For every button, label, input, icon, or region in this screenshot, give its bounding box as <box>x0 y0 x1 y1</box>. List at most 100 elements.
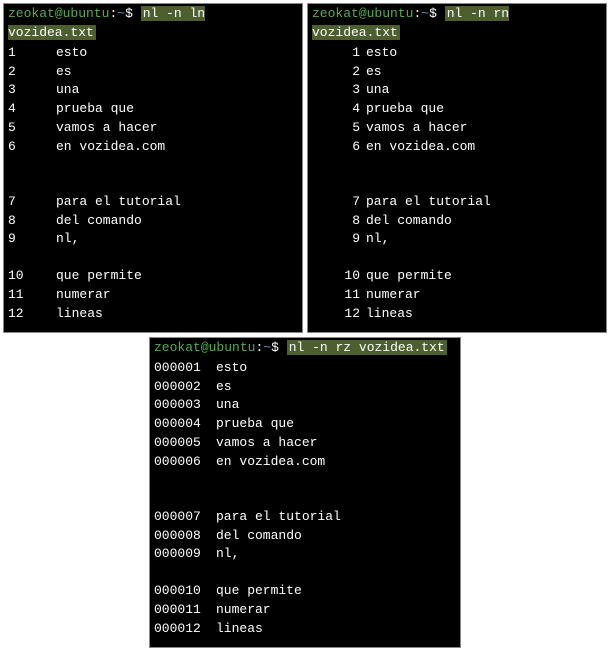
line-text: del comando <box>366 213 452 228</box>
output-line <box>4 249 302 267</box>
output-line: 2es <box>4 63 302 82</box>
prompt-line: zeokat@ubuntu:~$ nl -n rz vozidea.txt <box>150 338 460 359</box>
line-number: 000005 <box>154 434 216 453</box>
output-line <box>150 490 460 508</box>
line-text: lineas <box>56 306 103 321</box>
line-text: vamos a hacer <box>216 435 317 450</box>
line-number: 5 <box>312 119 366 138</box>
output-line: 8del comando <box>4 212 302 231</box>
line-text: numerar <box>216 602 271 617</box>
line-text: del comando <box>56 213 142 228</box>
line-text: lineas <box>366 306 413 321</box>
line-text: nl, <box>366 231 389 246</box>
prompt-line: zeokat@ubuntu:~$ nl -n ln vozidea.txt <box>4 4 302 44</box>
line-number: 000001 <box>154 359 216 378</box>
prompt-at: @ <box>201 340 209 355</box>
line-number: 10 <box>8 267 56 286</box>
line-number: 6 <box>8 138 56 157</box>
output-line <box>4 175 302 193</box>
line-text: es <box>56 64 72 79</box>
line-number: 6 <box>312 138 366 157</box>
output-line <box>308 157 606 175</box>
line-text: vamos a hacer <box>56 120 157 135</box>
output-line: 000009nl, <box>150 545 460 564</box>
line-text: para el tutorial <box>366 194 491 209</box>
output-line: 10que permite <box>4 267 302 286</box>
line-number: 1 <box>312 44 366 63</box>
prompt-host: ubuntu <box>367 6 414 21</box>
output-line: 000002es <box>150 378 460 397</box>
line-text: una <box>56 82 79 97</box>
output-line: 000012lineas <box>150 620 460 639</box>
prompt-symbol: $ <box>429 6 437 21</box>
line-number: 000009 <box>154 545 216 564</box>
line-number: 8 <box>8 212 56 231</box>
line-number: 7 <box>312 193 366 212</box>
output-line: 000008del comando <box>150 527 460 546</box>
line-text: esto <box>56 45 87 60</box>
output-line <box>150 564 460 582</box>
terminal-ln: zeokat@ubuntu:~$ nl -n ln vozidea.txt 1e… <box>3 3 303 333</box>
output-line: 2es <box>308 63 606 82</box>
line-number: 000003 <box>154 396 216 415</box>
output-line <box>150 472 460 490</box>
output-line: 000007para el tutorial <box>150 508 460 527</box>
output-line: 000001esto <box>150 359 460 378</box>
prompt-symbol: $ <box>125 6 133 21</box>
output-ln: 1esto2es3una4prueba que5vamos a hacer6en… <box>4 44 302 324</box>
line-number: 000008 <box>154 527 216 546</box>
output-line: 3una <box>308 81 606 100</box>
line-text: vamos a hacer <box>366 120 467 135</box>
output-line: 6en vozidea.com <box>4 138 302 157</box>
output-line: 000011numerar <box>150 601 460 620</box>
line-number: 000006 <box>154 453 216 472</box>
output-line <box>308 175 606 193</box>
line-text: numerar <box>366 287 421 302</box>
output-line: 000005vamos a hacer <box>150 434 460 453</box>
output-line: 4prueba que <box>308 100 606 119</box>
output-line: 9nl, <box>4 230 302 249</box>
line-text: es <box>216 379 232 394</box>
line-text: prueba que <box>56 101 134 116</box>
prompt-user: zeokat <box>154 340 201 355</box>
prompt-line: zeokat@ubuntu:~$ nl -n rn vozidea.txt <box>308 4 606 44</box>
line-text: esto <box>216 360 247 375</box>
output-line: 6en vozidea.com <box>308 138 606 157</box>
output-line <box>308 249 606 267</box>
output-line: 7para el tutorial <box>308 193 606 212</box>
line-text: que permite <box>56 268 142 283</box>
output-line: 11numerar <box>308 286 606 305</box>
prompt-at: @ <box>55 6 63 21</box>
line-text: que permite <box>216 583 302 598</box>
output-line: 3una <box>4 81 302 100</box>
line-number: 3 <box>312 81 366 100</box>
line-number: 000002 <box>154 378 216 397</box>
output-line: 5vamos a hacer <box>4 119 302 138</box>
output-line: 5vamos a hacer <box>308 119 606 138</box>
output-line: 10que permite <box>308 267 606 286</box>
prompt-user: zeokat <box>312 6 359 21</box>
line-text: nl, <box>56 231 79 246</box>
output-line: 000004prueba que <box>150 415 460 434</box>
line-text: en vozidea.com <box>56 139 165 154</box>
line-text: en vozidea.com <box>216 454 325 469</box>
line-text: nl, <box>216 546 239 561</box>
line-number: 4 <box>8 100 56 119</box>
terminal-rn: zeokat@ubuntu:~$ nl -n rn vozidea.txt 1e… <box>307 3 607 333</box>
prompt-path: ~ <box>421 6 429 21</box>
line-text: que permite <box>366 268 452 283</box>
output-line: 11numerar <box>4 286 302 305</box>
output-line: 1esto <box>308 44 606 63</box>
output-rz: 000001esto000002es000003una000004prueba … <box>150 359 460 639</box>
line-text: lineas <box>216 621 263 636</box>
line-text: es <box>366 64 382 79</box>
line-number: 11 <box>312 286 366 305</box>
output-rn: 1esto2es3una4prueba que5vamos a hacer6en… <box>308 44 606 324</box>
output-line: 000003una <box>150 396 460 415</box>
line-number: 9 <box>312 230 366 249</box>
output-line: 12lineas <box>4 305 302 324</box>
line-text: numerar <box>56 287 111 302</box>
output-line <box>4 157 302 175</box>
line-number: 2 <box>8 63 56 82</box>
line-text: una <box>216 397 239 412</box>
